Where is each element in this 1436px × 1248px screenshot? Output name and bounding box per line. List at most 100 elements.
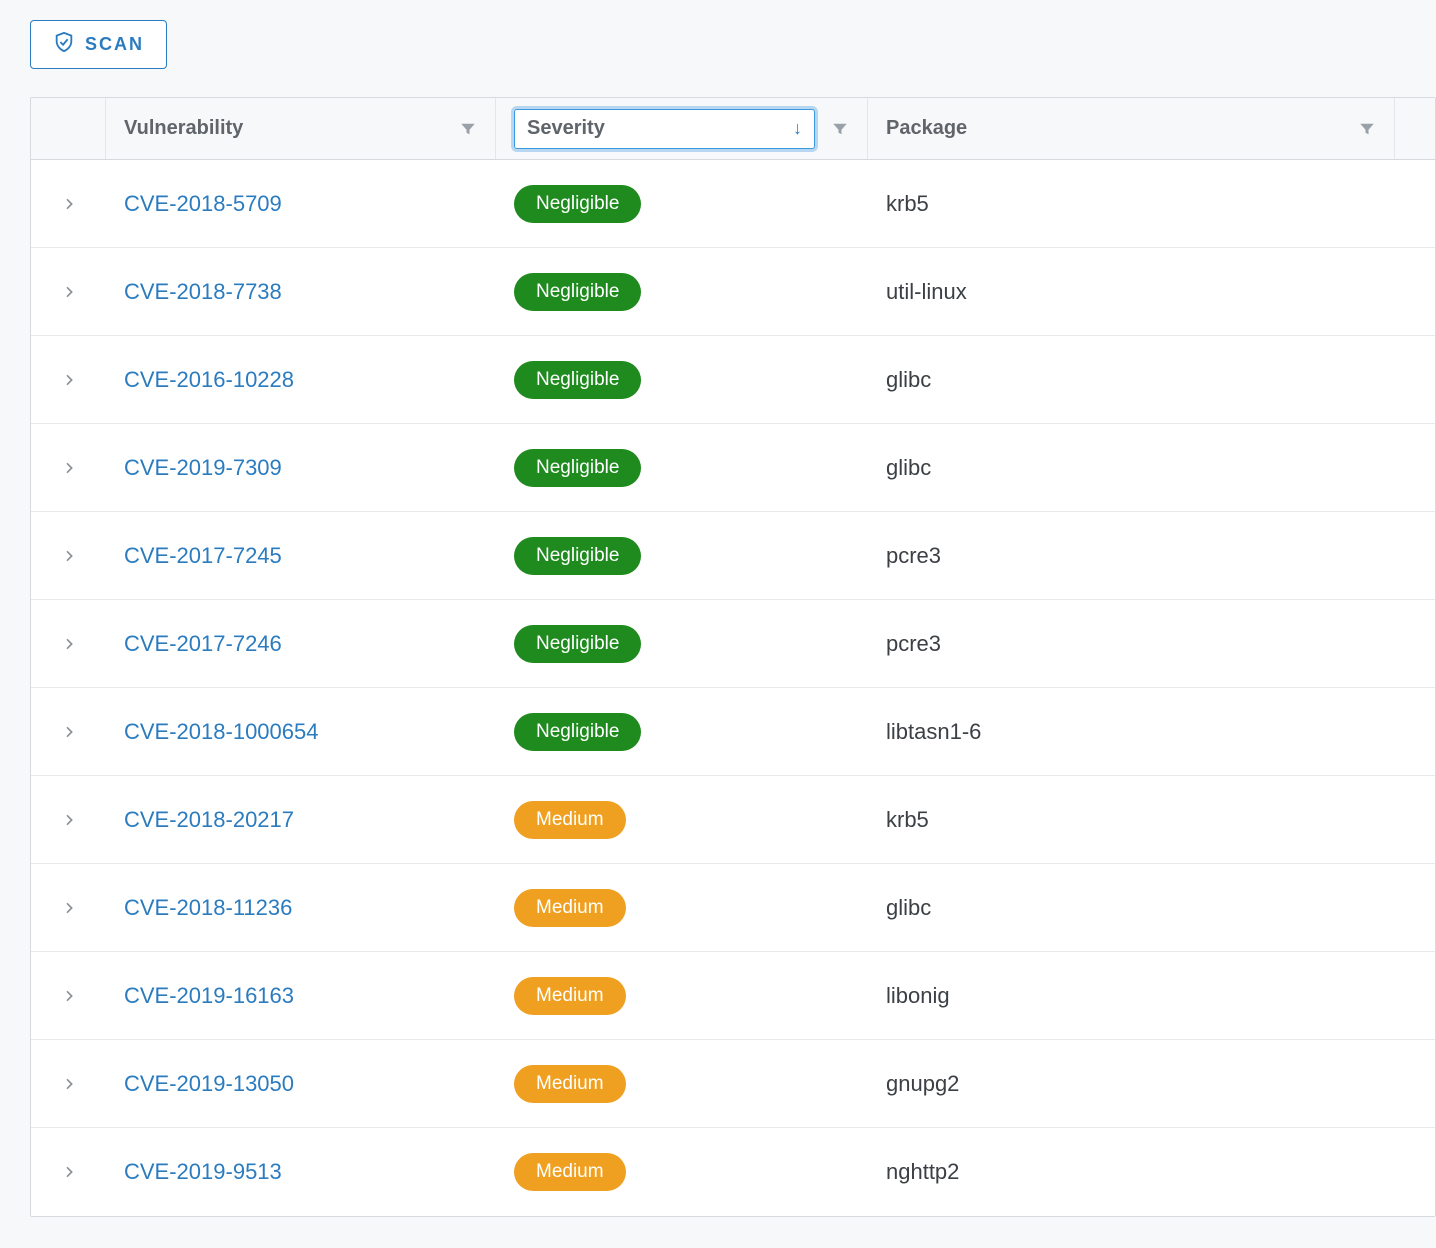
cve-link[interactable]: CVE-2016-10228 (124, 367, 294, 392)
table-body: CVE-2018-5709Negligiblekrb5CVE-2018-7738… (31, 160, 1435, 1216)
cell-vulnerability: CVE-2019-16163 (106, 983, 496, 1009)
cve-link[interactable]: CVE-2018-7738 (124, 279, 282, 304)
table-row: CVE-2018-7738 Negligible util-linux (31, 248, 1435, 336)
vulnerability-table: Vulnerability Severity ↓ Package (30, 97, 1436, 1217)
column-severity: Severity ↓ (496, 98, 868, 159)
cell-package: pcre3 (868, 543, 1435, 569)
chevron-right-icon (61, 988, 77, 1004)
expand-toggle[interactable] (31, 1164, 106, 1180)
chevron-right-icon (61, 372, 77, 388)
expand-toggle[interactable] (31, 372, 106, 388)
cve-link[interactable]: CVE-2019-9513 (124, 1159, 282, 1184)
severity-badge: Medium (514, 889, 626, 927)
table-row: CVE-2016-10228 Negligible glibc (31, 336, 1435, 424)
cell-package: pcre3 (868, 631, 1435, 657)
severity-badge: Negligible (514, 361, 641, 399)
column-label: Vulnerability (124, 117, 243, 140)
cve-link[interactable]: CVE-2018-5709 (124, 191, 282, 216)
cell-severity: Medium (496, 1153, 868, 1191)
expand-toggle[interactable] (31, 196, 106, 212)
cve-link[interactable]: CVE-2019-13050 (124, 1071, 294, 1096)
cell-severity: Medium (496, 977, 868, 1015)
cell-vulnerability: CVE-2019-9513 (106, 1159, 496, 1185)
cell-severity: Negligible (496, 625, 868, 663)
expand-toggle[interactable] (31, 284, 106, 300)
severity-badge: Medium (514, 1153, 626, 1191)
column-label: Package (886, 117, 967, 140)
expand-toggle[interactable] (31, 900, 106, 916)
cell-vulnerability: CVE-2019-13050 (106, 1071, 496, 1097)
cell-severity: Negligible (496, 273, 868, 311)
chevron-right-icon (61, 900, 77, 916)
cell-package: glibc (868, 455, 1435, 481)
expand-toggle[interactable] (31, 988, 106, 1004)
cve-link[interactable]: CVE-2019-16163 (124, 983, 294, 1008)
cell-vulnerability: CVE-2018-1000654 (106, 719, 496, 745)
cell-vulnerability: CVE-2019-7309 (106, 455, 496, 481)
scan-button-label: SCAN (85, 34, 144, 55)
arrow-down-icon: ↓ (793, 118, 802, 139)
severity-badge: Negligible (514, 625, 641, 663)
chevron-right-icon (61, 812, 77, 828)
cell-severity: Negligible (496, 713, 868, 751)
chevron-right-icon (61, 196, 77, 212)
filter-icon[interactable] (459, 120, 477, 138)
table-row: CVE-2019-13050 Medium gnupg2 (31, 1040, 1435, 1128)
cve-link[interactable]: CVE-2017-7245 (124, 543, 282, 568)
cell-severity: Medium (496, 889, 868, 927)
severity-sort-button[interactable]: Severity ↓ (514, 109, 815, 149)
severity-badge: Medium (514, 977, 626, 1015)
cell-vulnerability: CVE-2017-7246 (106, 631, 496, 657)
severity-badge: Negligible (514, 449, 641, 487)
scan-button[interactable]: SCAN (30, 20, 167, 69)
severity-badge: Negligible (514, 537, 641, 575)
cell-severity: Negligible (496, 361, 868, 399)
chevron-right-icon (61, 1076, 77, 1092)
cell-severity: Medium (496, 1065, 868, 1103)
cve-link[interactable]: CVE-2018-1000654 (124, 719, 318, 744)
cell-package: glibc (868, 367, 1435, 393)
severity-badge: Medium (514, 1065, 626, 1103)
filter-icon[interactable] (1358, 120, 1376, 138)
cve-link[interactable]: CVE-2019-7309 (124, 455, 282, 480)
cell-vulnerability: CVE-2018-20217 (106, 807, 496, 833)
chevron-right-icon (61, 724, 77, 740)
cve-link[interactable]: CVE-2018-20217 (124, 807, 294, 832)
table-row: CVE-2018-11236 Medium glibc (31, 864, 1435, 952)
cell-vulnerability: CVE-2018-7738 (106, 279, 496, 305)
cell-severity: Negligible (496, 449, 868, 487)
cell-package: libtasn1-6 (868, 719, 1435, 745)
expand-toggle[interactable] (31, 724, 106, 740)
chevron-right-icon (61, 636, 77, 652)
cell-severity: Negligible (496, 537, 868, 575)
cell-package: gnupg2 (868, 1071, 1435, 1097)
cve-link[interactable]: CVE-2018-11236 (124, 895, 292, 920)
table-row: CVE-2018-1000654 Negligible libtasn1-6 (31, 688, 1435, 776)
filter-icon[interactable] (831, 120, 849, 138)
cell-package: glibc (868, 895, 1435, 921)
chevron-right-icon (61, 284, 77, 300)
column-vulnerability[interactable]: Vulnerability (106, 98, 496, 159)
column-label: Severity (527, 117, 605, 140)
expand-toggle[interactable] (31, 460, 106, 476)
cve-link[interactable]: CVE-2017-7246 (124, 631, 282, 656)
column-package[interactable]: Package (868, 98, 1395, 159)
expand-toggle[interactable] (31, 636, 106, 652)
expand-toggle[interactable] (31, 1076, 106, 1092)
cell-severity: Negligible (496, 185, 868, 223)
chevron-right-icon (61, 548, 77, 564)
cell-vulnerability: CVE-2016-10228 (106, 367, 496, 393)
table-header: Vulnerability Severity ↓ Package (31, 98, 1435, 160)
cell-vulnerability: CVE-2017-7245 (106, 543, 496, 569)
severity-badge: Negligible (514, 273, 641, 311)
cell-vulnerability: CVE-2018-5709 (106, 191, 496, 217)
column-expand (31, 98, 106, 159)
cell-package: util-linux (868, 279, 1435, 305)
cell-package: libonig (868, 983, 1435, 1009)
chevron-right-icon (61, 1164, 77, 1180)
expand-toggle[interactable] (31, 548, 106, 564)
severity-badge: Negligible (514, 713, 641, 751)
column-end (1395, 98, 1435, 159)
table-row: CVE-2019-9513Mediumnghttp2 (31, 1128, 1435, 1216)
expand-toggle[interactable] (31, 812, 106, 828)
